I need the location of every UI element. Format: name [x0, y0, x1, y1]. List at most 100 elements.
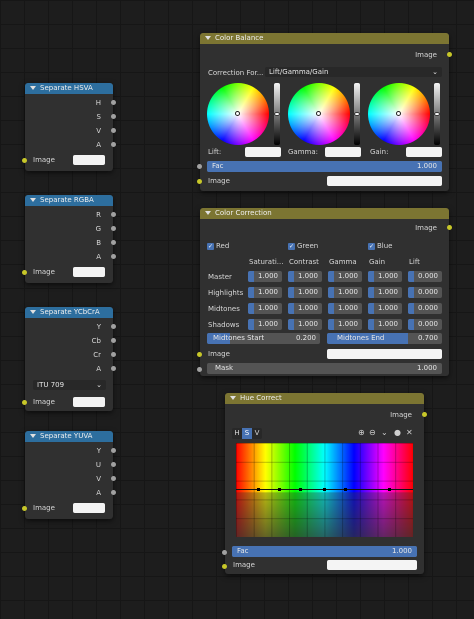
output-a-socket[interactable]	[111, 254, 116, 259]
node-header[interactable]: Color Balance	[200, 33, 449, 44]
blue-checkbox[interactable]: ✓	[368, 243, 375, 250]
output-image-socket[interactable]	[447, 52, 452, 57]
midtones-end-slider[interactable]: Midtones End 0.700	[327, 333, 442, 344]
tab-h[interactable]: H	[232, 428, 242, 439]
wheel-cursor[interactable]	[235, 111, 240, 116]
tab-v[interactable]: V	[252, 428, 262, 439]
input-image-socket[interactable]	[197, 352, 202, 357]
green-checkbox[interactable]: ✓	[288, 243, 295, 250]
midtones-saturation-field[interactable]: 1.000	[248, 303, 282, 314]
slider-knob[interactable]	[434, 112, 440, 116]
midtones-lift-field[interactable]: 0.000	[408, 303, 442, 314]
gain-color-wheel[interactable]	[368, 83, 430, 145]
hue-curve-editor[interactable]	[236, 443, 413, 537]
color-correction-node[interactable]: Color Correction Image ✓ Red ✓ Green ✓ B…	[197, 208, 452, 376]
separate-ycbcra-node[interactable]: Separate YCbCrA Y Cb Cr A ITU 709 ⌄ Imag…	[22, 307, 116, 411]
lift-color-field[interactable]	[245, 147, 281, 157]
curve-point[interactable]	[257, 488, 260, 491]
zoom-in-icon[interactable]: ⊕	[358, 428, 365, 437]
highlights-gain-field[interactable]: 1.000	[368, 287, 402, 298]
output-a-socket[interactable]	[111, 142, 116, 147]
output-y-socket[interactable]	[111, 324, 116, 329]
curve-point[interactable]	[388, 488, 391, 491]
image-color-field[interactable]	[327, 560, 417, 570]
node-header[interactable]: Separate YUVA	[25, 431, 113, 442]
master-gamma-field[interactable]: 1.000	[328, 271, 362, 282]
slider-knob[interactable]	[274, 112, 280, 116]
shadows-gain-field[interactable]: 1.000	[368, 319, 402, 330]
midtones-gain-field[interactable]: 1.000	[368, 303, 402, 314]
input-image-socket[interactable]	[22, 506, 27, 511]
master-saturation-field[interactable]: 1.000	[248, 271, 282, 282]
master-contrast-field[interactable]: 1.000	[288, 271, 322, 282]
shadows-lift-field[interactable]: 0.000	[408, 319, 442, 330]
mode-dropdown[interactable]: ITU 709 ⌄	[33, 380, 106, 390]
fac-slider[interactable]: Fac 1.000	[207, 161, 442, 172]
image-color-field[interactable]	[327, 349, 442, 359]
separate-hsva-node[interactable]: Separate HSVA H S V A Image	[22, 83, 116, 171]
midtones-gamma-field[interactable]: 1.000	[328, 303, 362, 314]
output-h-socket[interactable]	[111, 100, 116, 105]
gamma-color-field[interactable]	[325, 147, 361, 157]
highlights-contrast-field[interactable]: 1.000	[288, 287, 322, 298]
midtones-start-slider[interactable]: Midtones Start 0.200	[207, 333, 320, 344]
curve-point[interactable]	[323, 488, 326, 491]
slider-knob[interactable]	[354, 112, 360, 116]
output-a-socket[interactable]	[111, 366, 116, 371]
curve-point[interactable]	[278, 488, 281, 491]
input-image-socket[interactable]	[197, 179, 202, 184]
highlights-saturation-field[interactable]: 1.000	[248, 287, 282, 298]
gain-color-field[interactable]	[406, 147, 442, 157]
shadows-gamma-field[interactable]: 1.000	[328, 319, 362, 330]
collapse-arrow-icon[interactable]	[30, 86, 36, 90]
collapse-arrow-icon[interactable]	[30, 198, 36, 202]
separate-rgba-node[interactable]: Separate RGBA R G B A Image	[22, 195, 116, 283]
output-g-socket[interactable]	[111, 226, 116, 231]
image-color-field[interactable]	[327, 176, 442, 186]
highlights-lift-field[interactable]: 0.000	[408, 287, 442, 298]
image-color-field[interactable]	[73, 267, 105, 277]
collapse-arrow-icon[interactable]	[30, 310, 36, 314]
node-header[interactable]: Color Correction	[200, 208, 449, 219]
output-cb-socket[interactable]	[111, 338, 116, 343]
output-r-socket[interactable]	[111, 212, 116, 217]
image-color-field[interactable]	[73, 503, 105, 513]
zoom-out-icon[interactable]: ⊖	[369, 428, 376, 437]
curve-point[interactable]	[344, 488, 347, 491]
mask-slider[interactable]: Mask 1.000	[207, 363, 442, 374]
shadows-saturation-field[interactable]: 1.000	[248, 319, 282, 330]
curve-point[interactable]	[299, 488, 302, 491]
node-header[interactable]: Separate YCbCrA	[25, 307, 113, 318]
collapse-arrow-icon[interactable]	[30, 434, 36, 438]
gamma-value-slider[interactable]	[354, 83, 360, 145]
input-image-socket[interactable]	[22, 158, 27, 163]
output-v-socket[interactable]	[111, 476, 116, 481]
lift-value-slider[interactable]	[274, 83, 280, 145]
master-gain-field[interactable]: 1.000	[368, 271, 402, 282]
output-u-socket[interactable]	[111, 462, 116, 467]
output-a-socket[interactable]	[111, 490, 116, 495]
input-mask-socket[interactable]	[197, 367, 202, 372]
image-color-field[interactable]	[73, 397, 105, 407]
tab-s[interactable]: S	[242, 428, 252, 439]
node-header[interactable]: Separate RGBA	[25, 195, 113, 206]
shadows-contrast-field[interactable]: 1.000	[288, 319, 322, 330]
input-image-socket[interactable]	[22, 400, 27, 405]
close-icon[interactable]: ✕	[406, 428, 413, 437]
wheel-cursor[interactable]	[396, 111, 401, 116]
node-header[interactable]: Hue Correct	[225, 393, 424, 404]
correction-dropdown[interactable]: Lift/Gamma/Gain ⌄	[265, 67, 442, 77]
image-color-field[interactable]	[73, 155, 105, 165]
lift-color-wheel[interactable]	[207, 83, 269, 145]
collapse-arrow-icon[interactable]	[205, 211, 211, 215]
hue-correct-node[interactable]: Hue Correct Image H S V ⊕ ⊖ ⌄ ● ✕ Fac 1.…	[222, 393, 427, 574]
output-v-socket[interactable]	[111, 128, 116, 133]
midtones-contrast-field[interactable]: 1.000	[288, 303, 322, 314]
input-fac-socket[interactable]	[222, 550, 227, 555]
output-y-socket[interactable]	[111, 448, 116, 453]
gamma-color-wheel[interactable]	[288, 83, 350, 145]
red-checkbox[interactable]: ✓	[207, 243, 214, 250]
output-image-socket[interactable]	[447, 225, 452, 230]
highlights-gamma-field[interactable]: 1.000	[328, 287, 362, 298]
separate-yuva-node[interactable]: Separate YUVA Y U V A Image	[22, 431, 116, 519]
